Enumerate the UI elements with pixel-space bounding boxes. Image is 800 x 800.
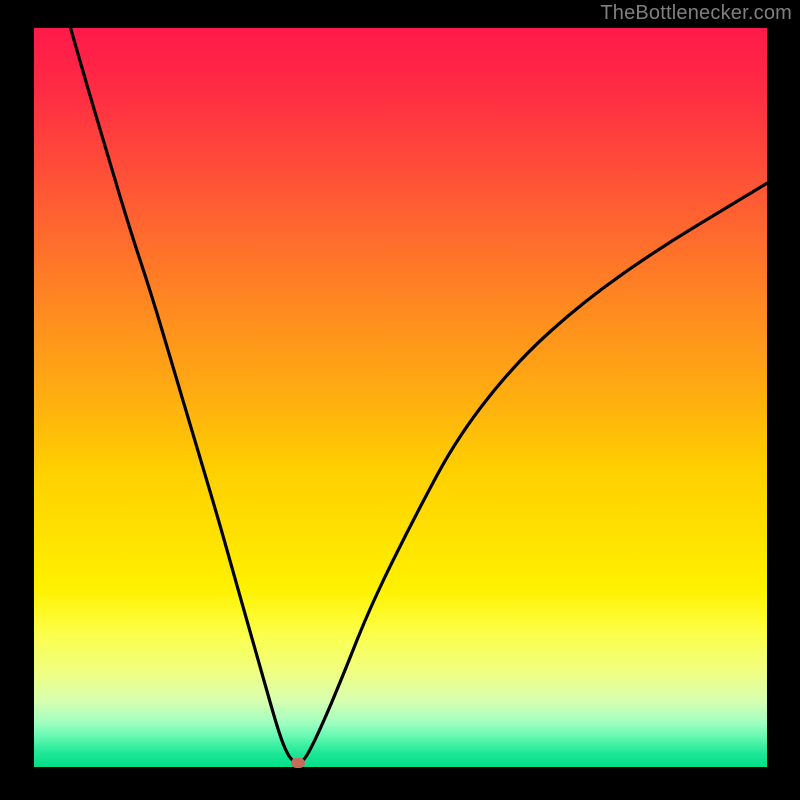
bottleneck-curve bbox=[34, 28, 767, 767]
plot-area bbox=[34, 28, 767, 767]
watermark-text: TheBottlenecker.com bbox=[600, 2, 792, 25]
curve-path bbox=[71, 28, 767, 762]
optimal-point-marker bbox=[291, 758, 305, 768]
chart-stage: TheBottlenecker.com bbox=[0, 0, 800, 800]
